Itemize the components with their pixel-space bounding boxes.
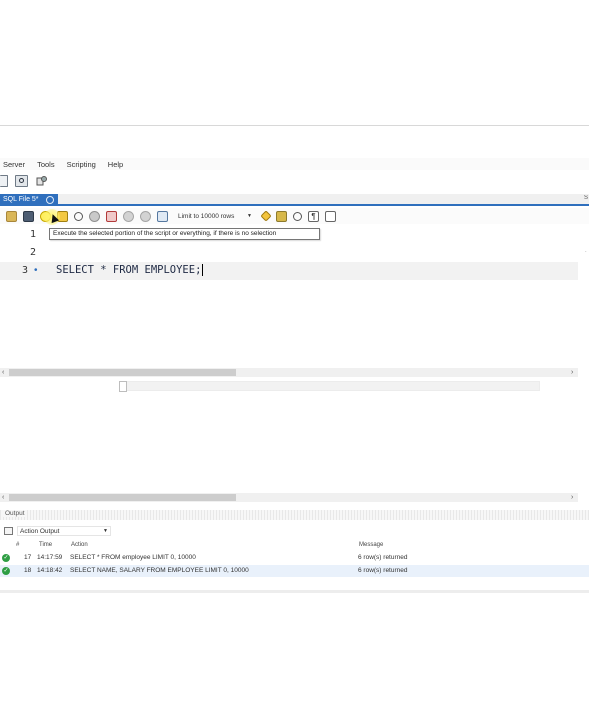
menu-scripting[interactable]: Scripting (67, 160, 96, 169)
header-num: # (16, 542, 20, 548)
tooltip-text: Execute the selected portion of the scri… (53, 230, 277, 237)
result-horizontal-scrollbar[interactable]: ‹ › (0, 493, 578, 502)
header-action: Action (71, 542, 88, 548)
beautify-broom-icon[interactable] (276, 210, 287, 222)
scrollbar-thumb[interactable] (9, 494, 236, 501)
database-inspect-icon[interactable] (0, 175, 8, 187)
reconnect-icon[interactable] (35, 175, 48, 187)
sql-editor[interactable] (0, 226, 589, 367)
tab-close-icon[interactable] (46, 196, 54, 204)
tab-label: SQL File 5* (3, 196, 39, 203)
window-bottom-edge (0, 590, 589, 593)
menu-help[interactable]: Help (108, 160, 123, 169)
menu-tools[interactable]: Tools (37, 160, 55, 169)
explain-magnifier-icon[interactable] (74, 211, 83, 221)
row-message: 6 row(s) returned (358, 567, 408, 574)
commit-icon[interactable] (123, 210, 134, 222)
chevron-down-icon: ▼ (103, 528, 108, 534)
output-type-label: Action Output (20, 527, 60, 535)
output-table-header: # Time Action Message (0, 541, 589, 551)
result-grid-area (0, 378, 589, 492)
result-drag-handle[interactable] (119, 381, 127, 392)
scroll-right-icon[interactable]: › (571, 368, 573, 377)
line-number-2: 2 (29, 247, 36, 258)
output-section-label: Output (3, 510, 27, 517)
output-type-select[interactable]: Action Output ▼ (17, 526, 111, 536)
table-row[interactable]: ✓ 18 14:18:42 SELECT NAME, SALARY FROM E… (0, 565, 589, 577)
menu-bar: Server Tools Scripting Help (0, 158, 589, 170)
side-panel-tab-edge[interactable]: S (584, 195, 589, 204)
header-time: Time (39, 542, 53, 548)
code-text: SELECT * FROM EMPLOYEE; (56, 264, 202, 276)
editor-tab-strip: SQL File 5* S (0, 194, 589, 206)
window-top-edge (0, 125, 589, 126)
word-wrap-icon[interactable] (325, 210, 336, 222)
row-time: 14:18:42 (37, 567, 63, 574)
row-action: SELECT NAME, SALARY FROM EMPLOYEE LIMIT … (70, 567, 249, 574)
copy-output-icon[interactable] (4, 527, 13, 535)
table-row[interactable]: ✓ 17 14:17:59 SELECT * FROM employee LIM… (0, 552, 589, 564)
output-panel-splitter[interactable] (0, 510, 589, 520)
rollback-icon[interactable] (140, 210, 151, 222)
scroll-left-icon[interactable]: ‹ (2, 493, 4, 502)
code-line-3[interactable]: SELECT * FROM EMPLOYEE; (56, 264, 204, 276)
stop-execution-icon[interactable] (89, 210, 100, 222)
row-action: SELECT * FROM employee LIMIT 0, 10000 (70, 554, 196, 561)
search-table-icon[interactable] (15, 175, 28, 187)
line-number-1: 1 (29, 229, 36, 240)
scroll-left-icon[interactable]: ‹ (2, 368, 4, 377)
header-message: Message (359, 542, 384, 548)
row-message: 6 row(s) returned (358, 554, 408, 561)
editor-horizontal-scrollbar[interactable]: ‹ › (0, 368, 578, 377)
chevron-down-icon: ▼ (247, 213, 252, 219)
success-check-icon: ✓ (2, 567, 10, 575)
save-icon[interactable] (23, 210, 34, 222)
output-selector-row: Action Output ▼ (0, 525, 589, 537)
statement-marker: • (34, 265, 38, 276)
main-toolbar (0, 173, 589, 189)
autocommit-toggle-icon[interactable] (157, 210, 168, 222)
toggle-stop-on-error-icon[interactable] (106, 210, 117, 222)
sql-editor-toolbar: Limit to 10000 rows ▼ ¶ (0, 208, 589, 224)
open-folder-icon[interactable] (6, 210, 17, 222)
result-toolbar-strip (120, 381, 540, 391)
row-time: 14:17:59 (37, 554, 63, 561)
text-caret (202, 264, 204, 276)
limit-rows-label: Limit to 10000 rows (178, 212, 235, 220)
find-replace-icon[interactable] (293, 211, 302, 221)
row-num: 17 (24, 554, 32, 561)
menu-server[interactable]: Server (3, 160, 25, 169)
execute-tooltip: Execute the selected portion of the scri… (49, 228, 320, 240)
add-snippet-star-icon[interactable] (260, 210, 272, 222)
scrollbar-thumb[interactable] (9, 369, 236, 376)
success-check-icon: ✓ (2, 554, 10, 562)
row-num: 18 (24, 567, 32, 574)
editor-margin-marker: . (585, 248, 587, 254)
scroll-right-icon[interactable]: › (571, 493, 573, 502)
line-number-3: 3 (21, 265, 28, 276)
limit-rows-select[interactable]: Limit to 10000 rows ▼ (176, 211, 254, 222)
invisible-characters-icon[interactable]: ¶ (308, 210, 319, 222)
